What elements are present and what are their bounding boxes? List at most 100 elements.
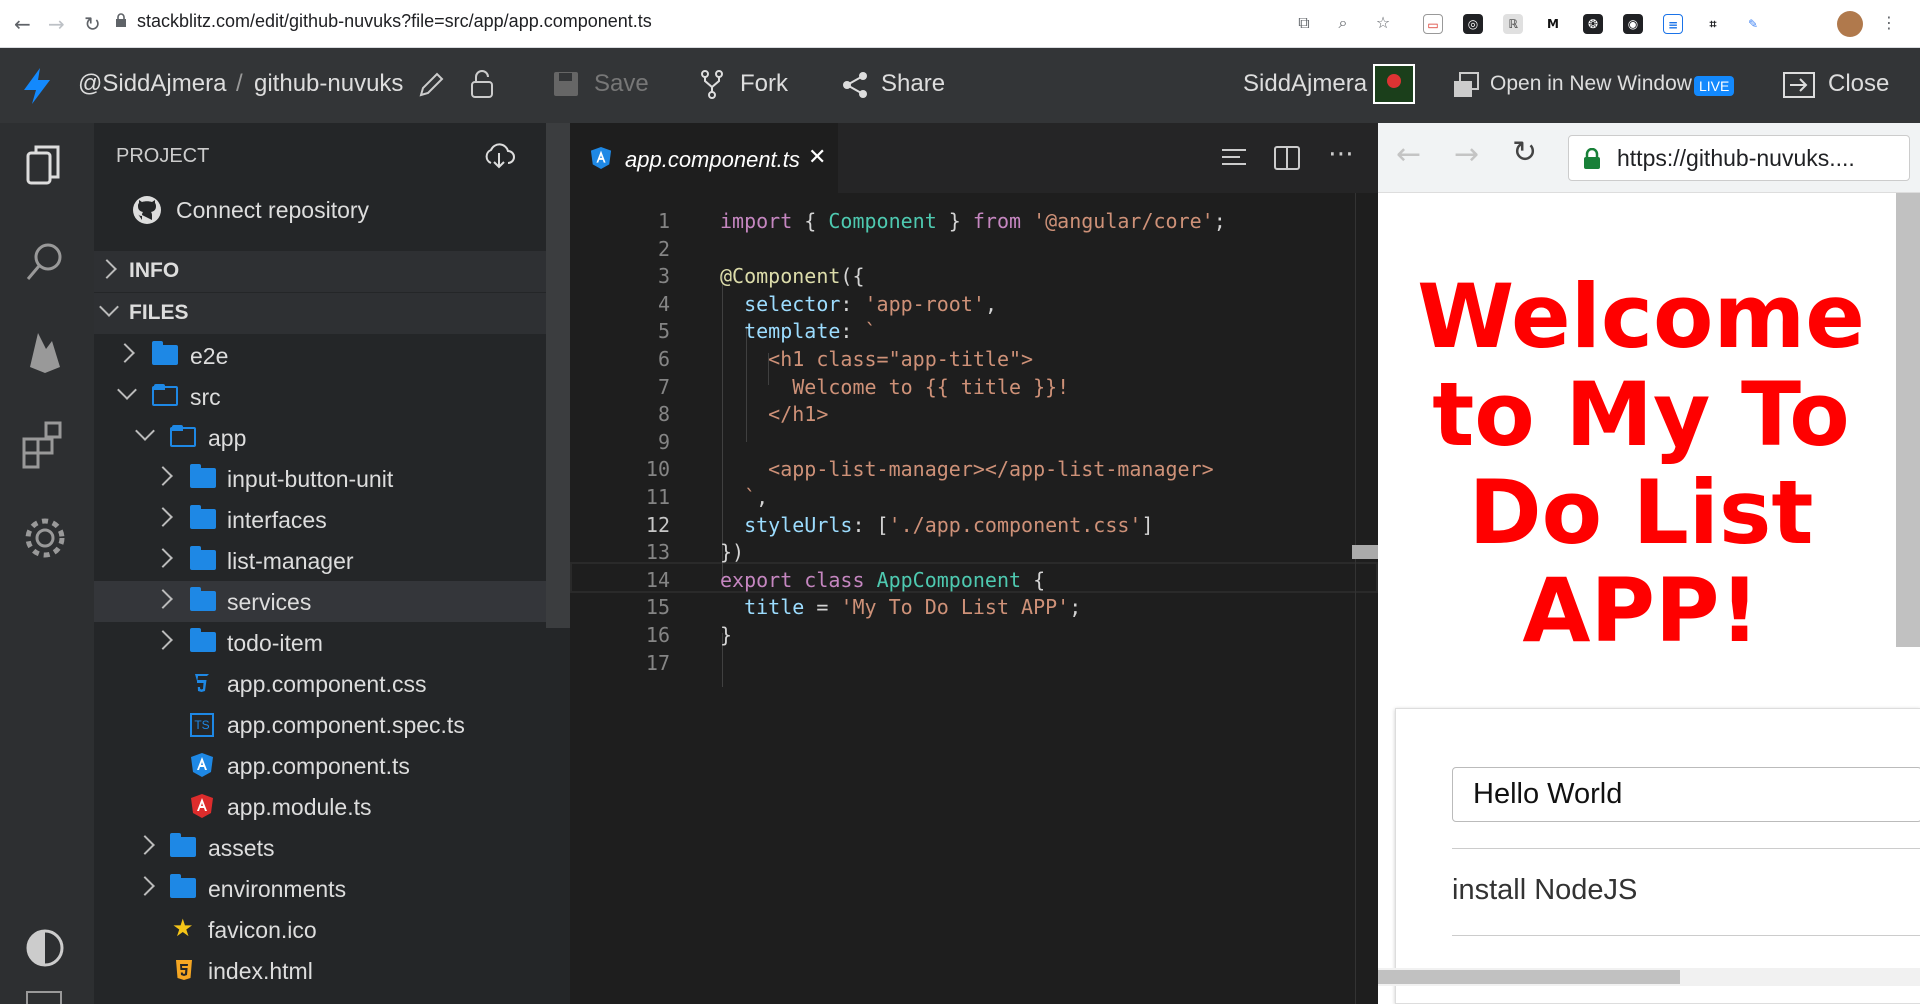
preview-back-icon[interactable]: ← xyxy=(1396,137,1421,172)
save-button[interactable]: Save xyxy=(594,70,649,98)
reload-icon[interactable]: ↻ xyxy=(84,12,101,36)
bookmark-star-icon[interactable]: ☆ xyxy=(1372,12,1394,34)
tree-item-app-component-css[interactable]: app.component.css xyxy=(94,663,546,704)
preview-reload-icon[interactable]: ↻ xyxy=(1512,135,1537,170)
ruler xyxy=(1355,193,1356,1004)
tree-item-index-html[interactable]: index.html xyxy=(94,950,546,991)
unlock-icon[interactable] xyxy=(468,68,496,100)
lock-icon xyxy=(1584,148,1600,169)
console-icon[interactable] xyxy=(26,991,62,1004)
ts-file-icon: TS xyxy=(190,713,214,737)
back-icon[interactable]: ← xyxy=(14,12,31,36)
line-number: 10 xyxy=(645,457,670,482)
owner-link[interactable]: @SiddAjmera xyxy=(78,70,226,98)
tree-item-e2e[interactable]: e2e xyxy=(94,335,546,376)
tree-item-assets[interactable]: assets xyxy=(94,827,546,868)
more-actions-icon[interactable]: ⋯ xyxy=(1328,139,1354,169)
project-header: PROJECT xyxy=(116,145,210,167)
extension-icon[interactable]: ❂ xyxy=(1583,14,1603,34)
tree-item-label: input-button-unit xyxy=(227,466,394,492)
settings-gear-icon[interactable] xyxy=(20,513,70,563)
tree-item-src[interactable]: src xyxy=(94,376,546,417)
extension-icon[interactable]: ◎ xyxy=(1463,14,1483,34)
tree-item-app[interactable]: app xyxy=(94,417,546,458)
tree-item-label: interfaces xyxy=(227,507,327,533)
forward-icon[interactable]: → xyxy=(48,12,65,36)
extension-feather-icon[interactable]: ✎ xyxy=(1743,14,1763,34)
chevron-down-icon xyxy=(117,380,137,400)
user-avatar[interactable] xyxy=(1373,64,1415,104)
zoom-icon[interactable]: ⌕ xyxy=(1332,12,1354,34)
download-cloud-icon[interactable] xyxy=(482,141,516,171)
username[interactable]: SiddAjmera xyxy=(1243,70,1367,98)
fork-button[interactable]: Fork xyxy=(740,70,788,98)
line-number: 7 xyxy=(657,374,670,399)
todo-input[interactable]: Hello World xyxy=(1452,767,1920,822)
files-section-header[interactable]: FILES xyxy=(94,293,546,334)
code-line: import { Component } from '@angular/core… xyxy=(720,209,1226,233)
extension-m-icon[interactable]: M xyxy=(1543,14,1563,34)
path-separator: / xyxy=(236,70,243,97)
github-extension-icon[interactable]: ◉ xyxy=(1623,14,1643,34)
files-icon[interactable] xyxy=(20,143,70,193)
firebase-icon[interactable] xyxy=(20,327,70,377)
app-title: Welcome to My To Do List APP! xyxy=(1417,265,1865,662)
extension-crop-icon[interactable]: ⌗ xyxy=(1703,14,1723,34)
tree-item-app-component-spec-ts[interactable]: TS app.component.spec.ts xyxy=(94,704,546,745)
close-preview-button[interactable]: Close xyxy=(1828,70,1889,98)
code-line: selector: 'app-root', xyxy=(744,291,997,316)
tree-item-environments[interactable]: environments xyxy=(94,868,546,909)
tree-item-input-button-unit[interactable]: input-button-unit xyxy=(94,458,546,499)
preview-address-bar[interactable]: https://github-nuvuks.... xyxy=(1568,135,1910,181)
project-name[interactable]: github-nuvuks xyxy=(254,70,403,98)
chevron-right-icon xyxy=(153,630,173,650)
theme-toggle-icon[interactable] xyxy=(20,923,70,973)
extensions-icon[interactable] xyxy=(20,419,70,469)
code-editor: app.component.ts ✕ ⋯ 1 2 3 4 5 6 7 8 9 10 11 12 13 14… xyxy=(570,123,1378,1004)
line-number: 9 xyxy=(657,429,670,454)
preview-vertical-scrollbar[interactable] xyxy=(1896,193,1920,647)
tab-app-component-ts[interactable]: app.component.ts ✕ xyxy=(570,123,838,193)
open-new-window-button[interactable]: Open in New Window xyxy=(1490,72,1692,96)
tree-item-interfaces[interactable]: interfaces xyxy=(94,499,546,540)
more-menu-icon[interactable]: ⋮ xyxy=(1878,12,1900,34)
code-area[interactable]: 1 2 3 4 5 6 7 8 9 10 11 12 13 14 15 16 17 import { Compon… xyxy=(570,193,1378,1004)
extension-icon[interactable]: ≡ xyxy=(1663,14,1683,34)
connect-repository-button[interactable]: Connect repository xyxy=(94,185,546,235)
extension-cast-icon[interactable]: ▭ xyxy=(1423,14,1443,34)
minimap-slider[interactable] xyxy=(1352,545,1378,559)
divider xyxy=(1452,935,1920,936)
tree-item-app-module-ts[interactable]: app.module.ts xyxy=(94,786,546,827)
tree-item-list-manager[interactable]: list-manager xyxy=(94,540,546,581)
info-section-header[interactable]: INFO xyxy=(94,251,546,292)
edit-pencil-icon[interactable] xyxy=(416,70,446,100)
stackblitz-logo-icon[interactable] xyxy=(20,66,54,106)
tab-label: app.component.ts xyxy=(625,147,800,172)
url-text: stackblitz.com/edit/github-nuvuks?file=s… xyxy=(137,11,652,31)
code-line: template: ` xyxy=(744,319,877,344)
share-icon xyxy=(843,72,867,98)
html-file-icon xyxy=(176,960,192,980)
preview-forward-icon[interactable]: → xyxy=(1454,137,1479,172)
format-lines-icon[interactable] xyxy=(1220,145,1248,171)
line-number: 1 xyxy=(657,209,670,233)
tree-item-favicon[interactable]: ★ favicon.ico xyxy=(94,909,546,950)
tab-close-icon[interactable]: ✕ xyxy=(808,145,826,170)
divider xyxy=(1452,848,1920,849)
tree-item-app-component-ts[interactable]: app.component.ts xyxy=(94,745,546,786)
preview-horizontal-scrollbar[interactable] xyxy=(1378,970,1680,984)
tree-item-todo-item[interactable]: todo-item xyxy=(94,622,546,663)
search-icon[interactable] xyxy=(20,237,70,287)
open-in-tab-icon[interactable]: ⧉ xyxy=(1293,12,1315,34)
extension-icon[interactable]: ℝ xyxy=(1503,14,1523,34)
tree-item-services[interactable]: services xyxy=(94,581,546,622)
tree-item-label: todo-item xyxy=(227,630,323,656)
angular-component-icon xyxy=(191,753,213,777)
share-button[interactable]: Share xyxy=(881,70,945,98)
address-bar[interactable]: stackblitz.com/edit/github-nuvuks?file=s… xyxy=(116,11,652,32)
folder-open-icon xyxy=(152,384,178,406)
split-editor-icon[interactable] xyxy=(1273,144,1301,172)
profile-avatar[interactable] xyxy=(1837,11,1863,37)
code-line: title = 'My To Do List APP'; xyxy=(744,595,1082,620)
explorer-scrollbar[interactable] xyxy=(546,123,570,628)
